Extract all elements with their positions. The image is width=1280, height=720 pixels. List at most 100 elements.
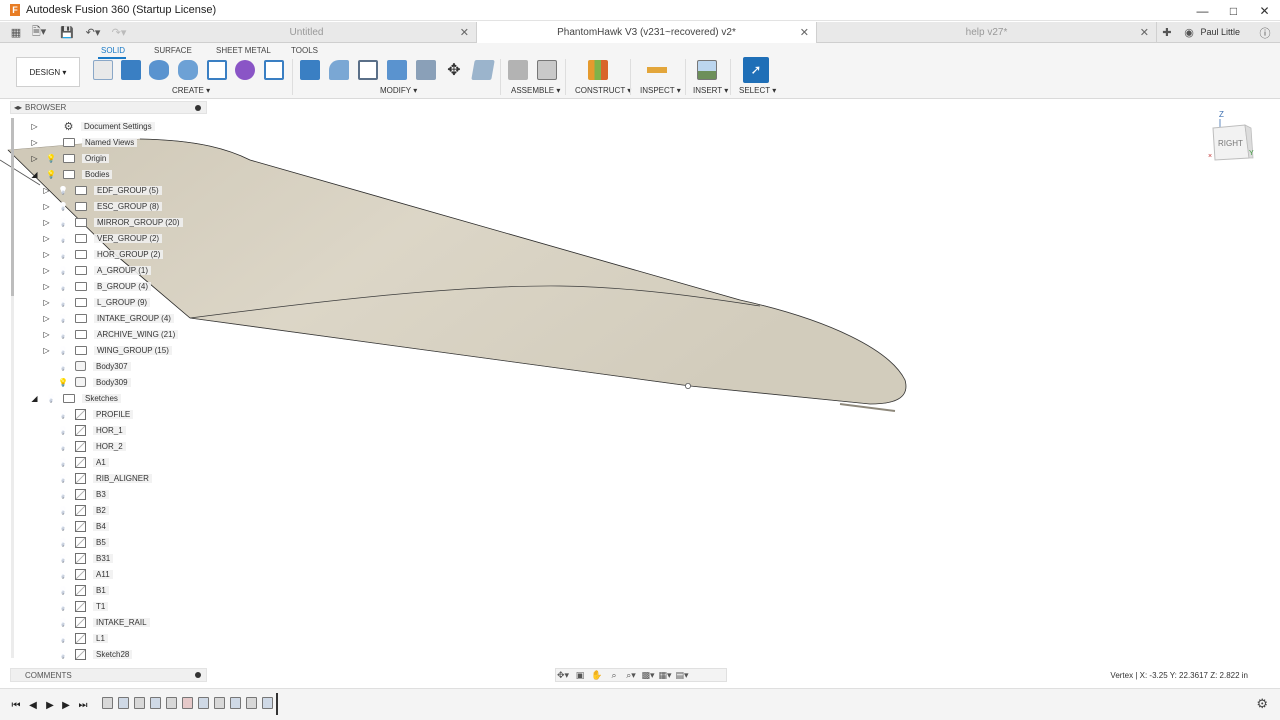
minimize-icon[interactable]: —: [1187, 0, 1218, 21]
expand-triangle-icon[interactable]: ▷: [42, 199, 51, 213]
tab-untitled[interactable]: Untitled ✕: [137, 22, 477, 43]
browser-panel-header[interactable]: ◂▸ BROWSER: [10, 101, 207, 114]
browser-item[interactable]: 💡 Body309: [42, 375, 131, 389]
visibility-bulb-icon[interactable]: 💡: [58, 647, 68, 661]
tab-sheet-metal[interactable]: SHEET METAL: [216, 46, 271, 55]
tab-close-icon[interactable]: ✕: [800, 26, 809, 39]
grid-settings-icon[interactable]: ▦▾: [658, 669, 672, 681]
browser-item[interactable]: ▷ 💡 ESC_GROUP (8): [42, 199, 163, 213]
browser-item[interactable]: 💡 B4: [42, 519, 109, 533]
visibility-bulb-icon[interactable]: 💡: [58, 535, 68, 549]
browser-item[interactable]: 💡 B1: [42, 583, 109, 597]
pan-hand-icon[interactable]: ✋: [590, 669, 604, 681]
browser-item[interactable]: ▷ 💡 B_GROUP (4): [42, 279, 151, 293]
browser-item[interactable]: ▷ 💡 WING_GROUP (15): [42, 343, 172, 357]
fit-zoom-icon[interactable]: ⌕▾: [624, 669, 638, 681]
shell-icon[interactable]: [358, 60, 378, 80]
workspace-switcher-button[interactable]: DESIGN ▾: [16, 57, 80, 87]
expand-triangle-icon[interactable]: ▷: [30, 151, 39, 165]
create-menu[interactable]: CREATE ▾: [172, 86, 210, 95]
browser-item[interactable]: 💡 Sketch28: [42, 647, 133, 661]
browser-item[interactable]: ▷ ⚙ Document Settings: [30, 119, 155, 133]
visibility-bulb-icon[interactable]: 💡: [58, 551, 68, 565]
visibility-bulb-icon[interactable]: 💡: [58, 503, 68, 517]
browser-item[interactable]: 💡 B3: [42, 487, 109, 501]
file-menu-icon[interactable]: 🗎▾: [30, 22, 48, 43]
expand-triangle-icon[interactable]: ▷: [42, 215, 51, 229]
visibility-bulb-icon[interactable]: 💡: [46, 391, 56, 405]
visibility-bulb-icon[interactable]: 💡: [58, 583, 68, 597]
viewports-icon[interactable]: ▤▾: [675, 669, 689, 681]
insert-canvas-icon[interactable]: [697, 60, 717, 80]
go-to-start-icon[interactable]: ⏮: [10, 699, 22, 711]
browser-item[interactable]: ▷ 💡 ARCHIVE_WING (21): [42, 327, 179, 341]
browser-item[interactable]: 💡 B5: [42, 535, 109, 549]
construct-menu[interactable]: CONSTRUCT ▾: [575, 86, 631, 95]
browser-item[interactable]: 💡 A11: [42, 567, 113, 581]
visibility-bulb-icon[interactable]: 💡: [58, 359, 68, 373]
browser-item[interactable]: ▷ Named Views: [30, 135, 138, 149]
tab-phantomhawk[interactable]: PhantomHawk V3 (v231~recovered) v2* ✕: [477, 22, 817, 43]
tab-surface[interactable]: SURFACE: [154, 46, 192, 55]
inspect-menu[interactable]: INSPECT ▾: [640, 86, 681, 95]
browser-item[interactable]: ▷ 💡 A_GROUP (1): [42, 263, 151, 277]
job-status-icon[interactable]: ◉: [1182, 22, 1196, 43]
visibility-bulb-icon[interactable]: 💡: [58, 599, 68, 613]
help-icon[interactable]: ⓘ: [1258, 22, 1272, 43]
visibility-bulb-icon[interactable]: 💡: [58, 215, 68, 229]
browser-item[interactable]: 💡 HOR_2: [42, 439, 126, 453]
close-window-icon[interactable]: ✕: [1249, 0, 1280, 21]
select-menu[interactable]: SELECT ▾: [739, 86, 776, 95]
expand-triangle-icon[interactable]: ▷: [42, 247, 51, 261]
browser-item[interactable]: 💡 B31: [42, 551, 114, 565]
visibility-bulb-icon[interactable]: 💡: [46, 151, 56, 165]
joint-icon[interactable]: [537, 60, 557, 80]
expand-triangle-icon[interactable]: ▷: [42, 327, 51, 341]
visibility-bulb-icon[interactable]: 💡: [58, 631, 68, 645]
save-icon[interactable]: 💾: [60, 22, 74, 43]
timeline-feature-icon[interactable]: [198, 697, 209, 709]
step-forward-icon[interactable]: ▶: [60, 699, 72, 711]
expand-triangle-icon[interactable]: ▷: [42, 231, 51, 245]
modify-menu[interactable]: MODIFY ▾: [380, 86, 417, 95]
visibility-bulb-icon[interactable]: 💡: [58, 423, 68, 437]
visibility-bulb-icon[interactable]: 💡: [58, 183, 68, 197]
select-arrow-icon[interactable]: ➚: [743, 57, 769, 83]
orbit-icon[interactable]: ✥▾: [556, 669, 570, 681]
collapse-triangle-icon[interactable]: ◢: [30, 391, 39, 405]
timeline-marker[interactable]: [276, 693, 278, 715]
new-component-icon[interactable]: [508, 60, 528, 80]
browser-item[interactable]: ▷ 💡 MIRROR_GROUP (20): [42, 215, 183, 229]
timeline-feature-icon[interactable]: [150, 697, 161, 709]
step-back-icon[interactable]: ◀: [27, 699, 39, 711]
extrude-icon[interactable]: [121, 60, 141, 80]
comments-pin-icon[interactable]: [195, 672, 201, 678]
expand-triangle-icon[interactable]: ▷: [42, 263, 51, 277]
visibility-bulb-icon[interactable]: 💡: [58, 311, 68, 325]
visibility-bulb-icon[interactable]: 💡: [58, 231, 68, 245]
visibility-bulb-icon[interactable]: 💡: [58, 247, 68, 261]
browser-item[interactable]: ◢ 💡 Bodies: [30, 167, 113, 181]
timeline-feature-icon[interactable]: [118, 697, 129, 709]
visibility-bulb-icon[interactable]: 💡: [46, 167, 56, 181]
tab-close-icon[interactable]: ✕: [460, 26, 469, 39]
go-to-end-icon[interactable]: ⏭: [77, 699, 89, 711]
expand-triangle-icon[interactable]: ▷: [42, 183, 51, 197]
3d-viewport[interactable]: [0, 101, 1280, 666]
expand-triangle-icon[interactable]: ▷: [42, 295, 51, 309]
visibility-bulb-icon[interactable]: 💡: [58, 407, 68, 421]
browser-pin-icon[interactable]: [195, 105, 201, 111]
visibility-bulb-icon[interactable]: 💡: [58, 487, 68, 501]
redo-icon[interactable]: ↷▾: [110, 22, 128, 43]
maximize-icon[interactable]: □: [1218, 0, 1249, 21]
tab-help[interactable]: help v27* ✕: [817, 22, 1157, 43]
browser-item[interactable]: 💡 INTAKE_RAIL: [42, 615, 150, 629]
look-at-icon[interactable]: ▣: [573, 669, 587, 681]
measure-icon[interactable]: [647, 60, 667, 80]
browser-item[interactable]: 💡 Body307: [42, 359, 131, 373]
combine-icon[interactable]: [387, 60, 407, 80]
data-panel-grid-icon[interactable]: ▦: [8, 22, 24, 43]
browser-item[interactable]: 💡 B2: [42, 503, 109, 517]
browser-scrollbar-thumb[interactable]: [11, 118, 14, 296]
browser-item[interactable]: 💡 A1: [42, 455, 109, 469]
